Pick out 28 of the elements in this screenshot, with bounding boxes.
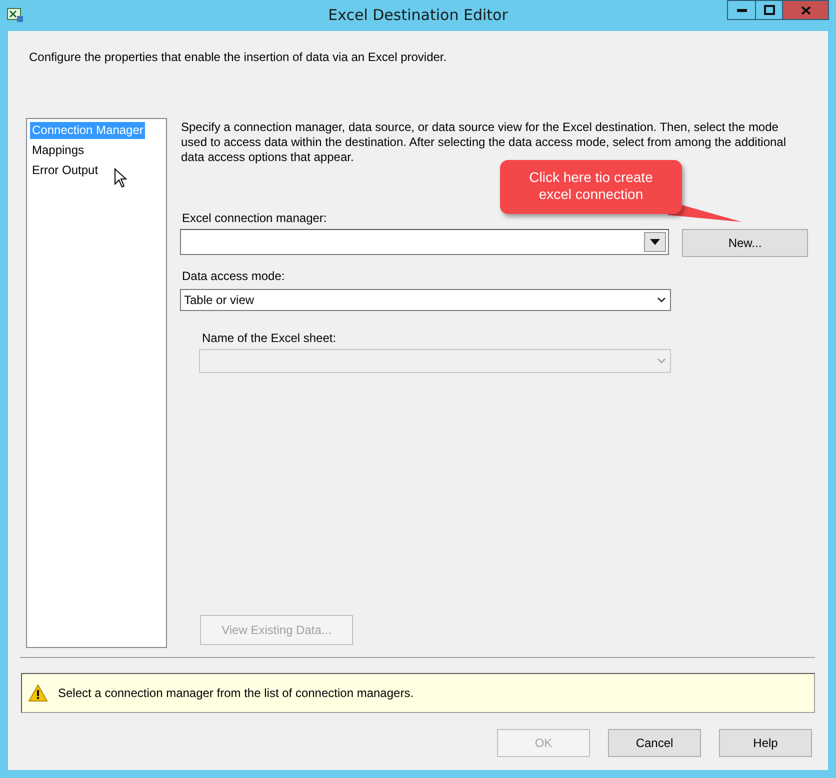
field-label: Excel connection manager:	[182, 210, 327, 227]
dialog-button[interactable]: Cancel	[608, 729, 701, 757]
message-text: Select a connection manager from the list of connection managers.	[58, 685, 414, 702]
select-value: Table or view	[184, 292, 254, 309]
minimize-button[interactable]	[727, 0, 755, 20]
field-label: Data access mode:	[182, 268, 285, 285]
sidebar-item[interactable]: Error Output	[30, 162, 100, 179]
dialog-button[interactable]: Help	[719, 729, 812, 757]
dropdown-button[interactable]	[644, 232, 666, 252]
field-label: Name of the Excel sheet:	[202, 330, 336, 347]
close-button[interactable]	[783, 0, 829, 20]
close-icon	[800, 6, 810, 14]
access-mode-select[interactable]: Table or view	[180, 289, 671, 311]
maximize-button[interactable]	[755, 0, 783, 20]
caret-icon	[650, 239, 660, 245]
chevron-down-icon	[657, 358, 666, 364]
minimize-icon	[736, 8, 746, 12]
maximize-icon	[764, 5, 774, 15]
window-title: Excel Destination Editor	[328, 5, 508, 26]
app-icon[interactable]	[7, 8, 23, 22]
new-button[interactable]: New...	[682, 229, 808, 257]
connection-manager-combo[interactable]	[180, 229, 669, 255]
callout: Click here tio create excel connection	[500, 160, 682, 214]
mouse-cursor-icon	[114, 168, 127, 188]
description-text: Configure the properties that enable the insertion of data via an Excel provider.	[29, 49, 447, 66]
warning-icon	[28, 684, 48, 702]
sidebar-item[interactable]: Mappings	[30, 142, 86, 159]
chevron-down-icon	[657, 297, 666, 303]
